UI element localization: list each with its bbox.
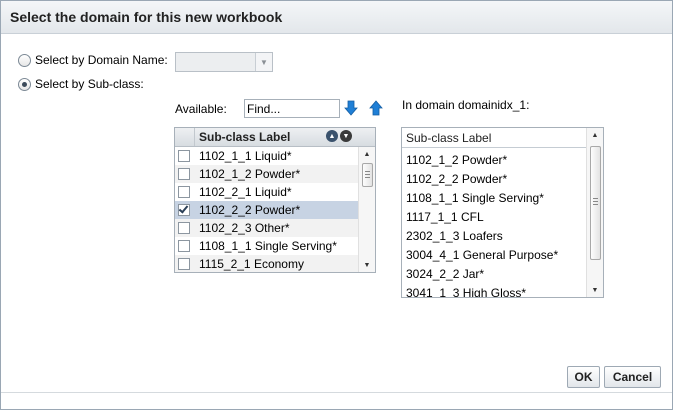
item-label: 2302_1_3 Loafers xyxy=(406,229,503,243)
item-label: 1102_2_3 Other* xyxy=(199,221,290,235)
in-domain-rows: 1102_1_2 Powder* 1102_2_2 Powder* 1108_1… xyxy=(402,150,587,298)
item-label: 3024_2_2 Jar* xyxy=(406,267,485,281)
list-item[interactable]: 1117_1_1 CFL xyxy=(402,207,587,226)
scroll-down-icon[interactable]: ▼ xyxy=(587,283,603,297)
footer-divider xyxy=(1,392,672,393)
available-rows: 1102_1_1 Liquid* 1102_1_2 Powder* 1102_2… xyxy=(175,147,358,272)
item-label: 1102_2_1 Liquid* xyxy=(199,185,292,199)
column-header-subclass-label: Sub-class Label xyxy=(199,130,291,144)
item-checkbox[interactable] xyxy=(178,186,190,198)
available-list-scrollbar[interactable]: ▲ ▼ xyxy=(358,147,375,272)
in-domain-list-scrollbar[interactable]: ▲ ▼ xyxy=(586,128,603,297)
list-item[interactable]: 1102_2_1 Liquid* xyxy=(175,183,358,201)
scroll-up-icon[interactable]: ▲ xyxy=(587,128,603,142)
item-checkbox[interactable] xyxy=(178,258,190,270)
select-by-subclass-option[interactable]: Select by Sub-class: xyxy=(18,76,144,92)
list-item[interactable]: 3041_1_3 High Gloss* xyxy=(402,283,587,298)
list-item[interactable]: 1108_1_1 Single Serving* xyxy=(175,237,358,255)
item-label: 1102_2_2 Powder* xyxy=(406,172,508,186)
ok-button[interactable]: OK xyxy=(567,366,600,388)
cancel-button[interactable]: Cancel xyxy=(604,366,661,388)
sort-ascending-icon[interactable]: ▲ xyxy=(326,130,338,142)
checkbox-column-header xyxy=(175,128,195,146)
available-list-header: Sub-class Label ▲ ▼ xyxy=(175,128,375,147)
available-subclass-list: Sub-class Label ▲ ▼ 1102_1_1 Liquid* 110… xyxy=(174,127,376,273)
list-item[interactable]: 1108_1_1 Single Serving* xyxy=(402,188,587,207)
list-item[interactable]: 1102_2_3 Other* xyxy=(175,219,358,237)
radio-subclass[interactable] xyxy=(18,77,31,91)
in-domain-list-header: Sub-class Label xyxy=(402,128,587,148)
list-item[interactable]: 1102_1_1 Liquid* xyxy=(175,147,358,165)
dialog-title-bar: Select the domain for this new workbook xyxy=(1,1,672,34)
item-checkbox[interactable] xyxy=(178,222,190,234)
in-domain-subclass-list: Sub-class Label 1102_1_2 Powder* 1102_2_… xyxy=(401,127,604,298)
item-checkbox[interactable] xyxy=(178,150,190,162)
item-label: 1115_2_1 Economy xyxy=(199,257,304,271)
scroll-thumb[interactable] xyxy=(590,146,601,260)
radio-domain-name[interactable] xyxy=(18,53,31,67)
arrow-down-icon[interactable] xyxy=(342,99,360,117)
item-checkbox[interactable] xyxy=(178,240,190,252)
chevron-down-icon[interactable]: ▼ xyxy=(255,53,272,71)
available-label: Available: xyxy=(175,102,227,116)
item-label: 1102_2_2 Powder* xyxy=(199,203,301,217)
list-item[interactable]: 2302_1_3 Loafers xyxy=(402,226,587,245)
select-by-domain-name-label: Select by Domain Name: xyxy=(35,53,168,67)
domain-selection-dialog: Select the domain for this new workbook … xyxy=(0,0,673,410)
list-item[interactable]: 1102_2_2 Powder* xyxy=(175,201,358,219)
find-input[interactable] xyxy=(244,99,340,118)
list-item[interactable]: 1102_1_2 Powder* xyxy=(175,165,358,183)
item-label: 3004_4_1 General Purpose* xyxy=(406,248,559,262)
domain-name-dropdown[interactable]: ▼ xyxy=(175,52,273,72)
item-label: 1108_1_1 Single Serving* xyxy=(199,239,337,253)
arrow-up-icon[interactable] xyxy=(367,99,385,117)
list-item[interactable]: 1102_1_2 Powder* xyxy=(402,150,587,169)
item-checkbox[interactable] xyxy=(178,204,190,216)
column-header-subclass-label: Sub-class Label xyxy=(406,131,492,145)
item-checkbox[interactable] xyxy=(178,168,190,180)
list-item[interactable]: 3004_4_1 General Purpose* xyxy=(402,245,587,264)
item-label: 1117_1_1 CFL xyxy=(406,210,484,224)
item-label: 3041_1_3 High Gloss* xyxy=(406,286,527,298)
list-item[interactable]: 1102_2_2 Powder* xyxy=(402,169,587,188)
item-label: 1102_1_1 Liquid* xyxy=(199,149,292,163)
item-label: 1108_1_1 Single Serving* xyxy=(406,191,544,205)
sort-descending-icon[interactable]: ▼ xyxy=(340,130,352,142)
dialog-title: Select the domain for this new workbook xyxy=(10,9,283,25)
select-by-domain-name-option[interactable]: Select by Domain Name: xyxy=(18,52,168,68)
select-by-subclass-label: Select by Sub-class: xyxy=(35,77,144,91)
scroll-up-icon[interactable]: ▲ xyxy=(359,147,375,161)
item-label: 1102_1_2 Powder* xyxy=(406,153,508,167)
list-item[interactable]: 3024_2_2 Jar* xyxy=(402,264,587,283)
in-domain-label: In domain domainidx_1: xyxy=(402,98,530,112)
list-item[interactable]: 1115_2_1 Economy xyxy=(175,255,358,272)
scroll-thumb[interactable] xyxy=(362,163,373,187)
scroll-down-icon[interactable]: ▼ xyxy=(359,258,375,272)
item-label: 1102_1_2 Powder* xyxy=(199,167,301,181)
